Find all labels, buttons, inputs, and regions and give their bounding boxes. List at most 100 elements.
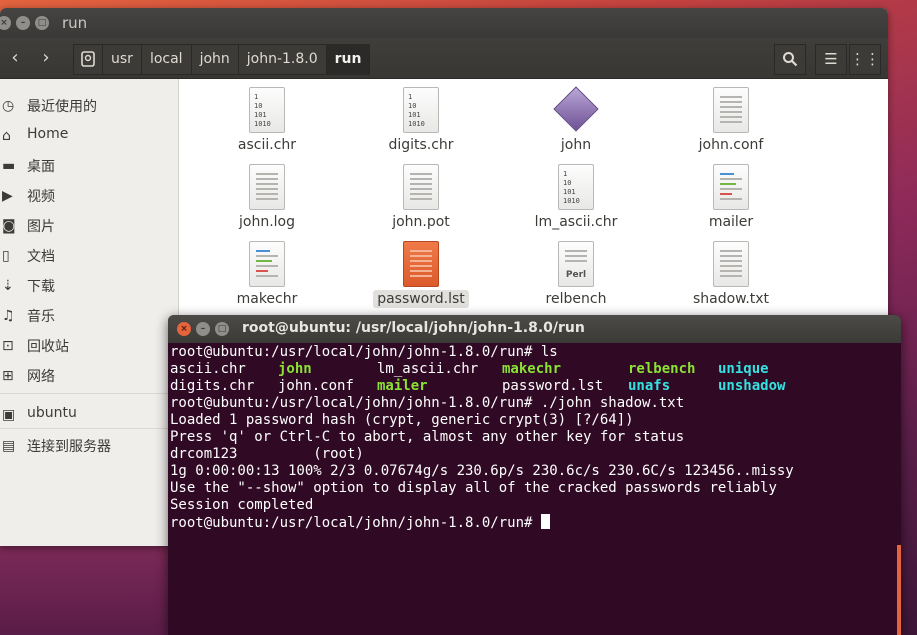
ls-entry-link: unique	[718, 361, 769, 377]
sidebar: ◷ 最近使用的 ⌂ Home ▬ 桌面 ▶ 视频 ◙ 图片 ▯ 文档 ⇣ 下载 …	[0, 79, 179, 546]
sidebar-item-downloads[interactable]: ⇣ 下载	[0, 271, 178, 301]
sidebar-item-connect-server[interactable]: ▤ 连接到服务器	[0, 431, 178, 461]
terminal-title: root@ubuntu: /usr/local/john/john-1.8.0/…	[242, 320, 585, 336]
home-icon: ⌂	[2, 128, 11, 144]
minimize-icon[interactable]: –	[16, 16, 30, 30]
terminal-line: root@ubuntu:/usr/local/john/john-1.8.0/r…	[170, 395, 895, 412]
perl-file-icon: Perl	[558, 241, 594, 287]
terminal-output-line: drcom123 (root)	[170, 446, 364, 462]
script-file-icon	[713, 164, 749, 210]
terminal-output-line: Use the "--show" option to display all o…	[170, 480, 777, 496]
terminal-output-line: Press 'q' or Ctrl-C to abort, almost any…	[170, 429, 685, 445]
terminal-screen[interactable]: root@ubuntu:/usr/local/john/john-1.8.0/r…	[170, 344, 895, 635]
command: ./john shadow.txt	[540, 395, 685, 411]
maximize-icon[interactable]: □	[215, 322, 229, 336]
sidebar-divider	[0, 428, 178, 429]
file-name: shadow.txt	[692, 291, 770, 307]
file-manager-titlebar[interactable]: × – □ run	[0, 8, 888, 38]
file-lm-ascii-chr[interactable]: 1 10 101 1010 lm_ascii.chr	[511, 164, 641, 234]
sidebar-divider	[0, 393, 178, 394]
executable-file-icon	[553, 86, 599, 132]
ls-entry: lm_ascii.chr	[377, 361, 479, 377]
file-mailer[interactable]: mailer	[666, 164, 796, 234]
terminal-output-line: 1g 0:00:00:13 100% 2/3 0.07674g/s 230.6p…	[170, 463, 794, 479]
sidebar-item-label: 图片	[27, 219, 55, 235]
file-name: ascii.chr	[237, 137, 297, 153]
file-ascii-chr[interactable]: 1 10 101 1010 ascii.chr	[202, 87, 332, 157]
search-icon[interactable]	[774, 44, 806, 75]
breadcrumb-local[interactable]: local	[140, 44, 192, 75]
sidebar-item-videos[interactable]: ▶ 视频	[0, 181, 178, 211]
grid-view-icon[interactable]: ⋮⋮	[849, 44, 881, 75]
sidebar-item-label: 回收站	[27, 339, 69, 355]
minimize-icon[interactable]: –	[196, 322, 210, 336]
file-name: john.conf	[698, 137, 764, 153]
file-password-lst[interactable]: password.lst	[356, 241, 486, 311]
terminal-titlebar[interactable]: × – □ root@ubuntu: /usr/local/john/john-…	[168, 315, 901, 343]
forward-icon[interactable]: ›	[33, 47, 59, 71]
sidebar-item-label: 网络	[27, 369, 55, 385]
terminal-scrollbar[interactable]	[897, 545, 901, 635]
sidebar-item-pictures[interactable]: ◙ 图片	[0, 211, 178, 241]
sidebar-item-documents[interactable]: ▯ 文档	[0, 241, 178, 271]
sidebar-item-network[interactable]: ⊞ 网络	[0, 361, 178, 391]
ls-entry-executable: mailer	[377, 378, 428, 394]
file-john-conf[interactable]: john.conf	[666, 87, 796, 157]
list-view-icon[interactable]: ☰	[815, 44, 847, 75]
file-relbench[interactable]: Perl relbench	[511, 241, 641, 311]
binary-file-icon: 1 10 101 1010	[249, 87, 285, 133]
ls-entry: digits.chr	[170, 378, 255, 394]
folder-icon: ▬	[2, 158, 16, 174]
file-manager-toolbar: ‹ › usr local john john-1.8.0 run ☰ ⋮⋮	[0, 38, 888, 79]
sidebar-item-home[interactable]: ⌂ Home	[0, 121, 178, 151]
text-file-icon	[403, 164, 439, 210]
trash-icon: ⊡	[2, 338, 14, 354]
text-file-icon	[249, 164, 285, 210]
file-john-log[interactable]: john.log	[202, 164, 332, 234]
document-icon: ▯	[2, 248, 10, 264]
file-makechr[interactable]: makechr	[202, 241, 332, 311]
ls-entry-executable: john	[278, 361, 312, 377]
binary-file-icon: 1 10 101 1010	[558, 164, 594, 210]
file-name: password.lst	[373, 290, 469, 308]
sidebar-item-recent[interactable]: ◷ 最近使用的	[0, 91, 178, 121]
breadcrumb-usr[interactable]: usr	[102, 44, 142, 75]
script-file-icon	[249, 241, 285, 287]
sidebar-item-label: 最近使用的	[27, 99, 97, 115]
maximize-icon[interactable]: □	[35, 16, 49, 30]
camera-icon: ◙	[2, 218, 16, 234]
back-icon[interactable]: ‹	[2, 47, 28, 71]
breadcrumb-john-1.8.0[interactable]: john-1.8.0	[237, 44, 327, 75]
file-digits-chr[interactable]: 1 10 101 1010 digits.chr	[356, 87, 486, 157]
sidebar-item-label: 视频	[27, 189, 55, 205]
sidebar-item-music[interactable]: ♫ 音乐	[0, 301, 178, 331]
file-john-pot[interactable]: john.pot	[356, 164, 486, 234]
ls-entry: password.lst	[502, 378, 604, 394]
desktop-wallpaper-strip	[0, 545, 170, 635]
file-name: makechr	[236, 291, 298, 307]
sidebar-item-label: ubuntu	[27, 405, 77, 421]
sidebar-item-trash[interactable]: ⊡ 回收站	[0, 331, 178, 361]
breadcrumb-root-drive-icon[interactable]	[73, 44, 103, 75]
file-john[interactable]: john	[511, 86, 641, 157]
sidebar-item-ubuntu[interactable]: ▣ ubuntu	[0, 400, 178, 430]
ls-output-row: ascii.chr john lm_ascii.chr makechr relbench…	[170, 361, 895, 378]
file-name: mailer	[708, 214, 754, 230]
file-shadow-txt[interactable]: shadow.txt	[666, 241, 796, 311]
prompt: root@ubuntu:/usr/local/john/john-1.8.0/r…	[170, 395, 541, 411]
breadcrumb: usr local john john-1.8.0 run	[73, 44, 371, 75]
sidebar-item-desktop[interactable]: ▬ 桌面	[0, 151, 178, 181]
ls-output-row: digits.chr john.conf mailer password.lst una…	[170, 378, 895, 395]
text-file-icon	[713, 241, 749, 287]
breadcrumb-run[interactable]: run	[325, 44, 371, 75]
video-icon: ▶	[2, 188, 13, 204]
sidebar-item-label: 桌面	[27, 159, 55, 175]
terminal-line: root@ubuntu:/usr/local/john/john-1.8.0/r…	[170, 514, 895, 531]
terminal-output-line: Loaded 1 password hash (crypt, generic c…	[170, 412, 634, 428]
breadcrumb-john[interactable]: john	[190, 44, 239, 75]
close-icon[interactable]: ×	[177, 322, 191, 336]
close-icon[interactable]: ×	[0, 16, 11, 30]
network-icon: ⊞	[2, 368, 14, 384]
terminal-line: root@ubuntu:/usr/local/john/john-1.8.0/r…	[170, 344, 895, 361]
file-name: digits.chr	[388, 137, 454, 153]
